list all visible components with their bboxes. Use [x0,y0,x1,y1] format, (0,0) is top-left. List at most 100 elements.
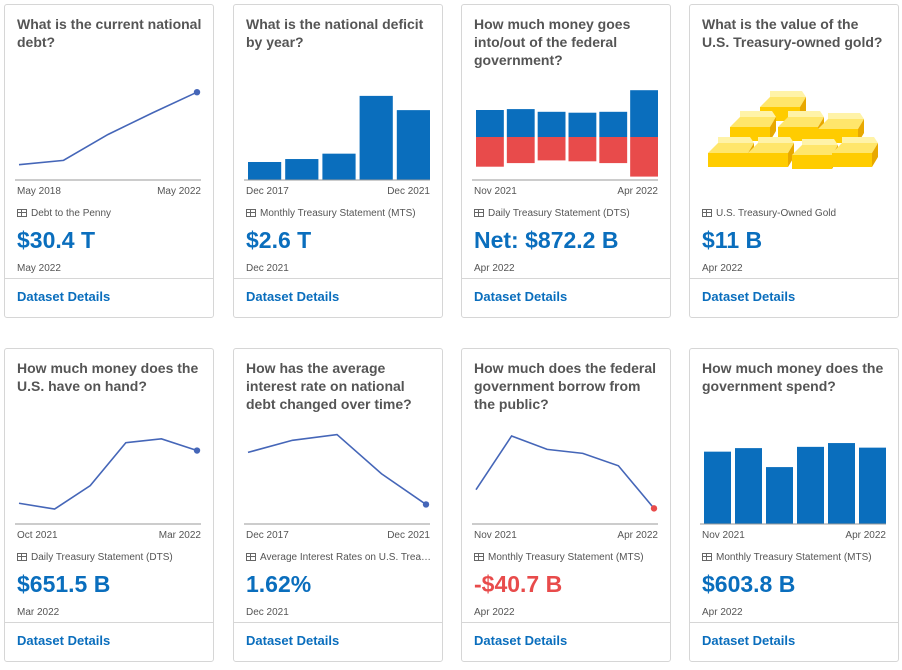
value-date: Apr 2022 [702,607,743,618]
source-text: Monthly Treasury Statement (MTS) [260,208,416,219]
dataset-details-link[interactable]: Dataset Details [17,633,110,648]
axis-start-label: Dec 2017 [246,530,289,541]
insight-card: What is the current national debt? May 20… [4,4,214,318]
table-icon [17,209,27,217]
dataset-details-link[interactable]: Dataset Details [246,289,339,304]
receipts-bar [537,111,566,137]
current-value: Net: $872.2 B [474,227,619,253]
current-value: $2.6 T [246,227,312,253]
series-line [18,91,198,166]
card-footer: Dataset Details [5,278,213,317]
insight-card: What is the value of the U.S. Treasury-o… [689,4,899,318]
axis-end-label: Apr 2022 [617,530,658,541]
gold-bars-image [708,91,878,169]
card-question: How much does the federal government bor… [474,360,657,412]
outlays-bar [599,137,628,164]
current-value: $11 B [702,227,763,253]
value-date: Apr 2022 [474,263,515,274]
card-question: How much money does the U.S. have on han… [17,360,199,394]
last-point [193,447,201,454]
bar [797,446,824,524]
table-icon [702,553,712,561]
source-label: Monthly Treasury Statement (MTS) [702,552,892,563]
dataset-details-link[interactable]: Dataset Details [17,289,110,304]
bar [859,447,886,524]
dataset-details-link[interactable]: Dataset Details [246,633,339,648]
source-text: Daily Treasury Statement (DTS) [31,552,173,563]
source-text: Monthly Treasury Statement (MTS) [488,552,644,563]
bar [828,443,855,524]
current-value: $30.4 T [17,227,95,253]
bar [322,153,356,180]
card-question: How much money goes into/out of the fede… [474,16,631,68]
source-label: Daily Treasury Statement (DTS) [17,552,207,563]
card-footer: Dataset Details [462,278,670,317]
source-label: U.S. Treasury-Owned Gold [702,208,892,219]
last-point [422,501,430,508]
source-label: Daily Treasury Statement (DTS) [474,208,664,219]
receipts-bar [568,112,597,137]
value-date: Mar 2022 [17,607,60,618]
table-icon [474,553,484,561]
value-date: Dec 2021 [246,607,289,618]
outlays-bar [568,137,597,162]
card-question: What is the current national debt? [17,16,202,50]
table-icon [246,209,256,217]
series-line [18,437,198,510]
current-value: $603.8 B [702,571,796,597]
chart-svg [472,90,658,181]
axis-start-label: Nov 2021 [702,530,745,541]
axis-start-label: Dec 2017 [246,186,289,197]
card-footer: Dataset Details [690,278,898,317]
axis-start-label: Oct 2021 [17,530,58,541]
chart-svg [708,91,878,169]
card-question: What is the value of the U.S. Treasury-o… [702,16,883,50]
series-line [247,433,427,506]
insight-card: How much money goes into/out of the fede… [461,4,671,318]
value-date: Apr 2022 [474,607,515,618]
source-text: Average Interest Rates on U.S. Treasury … [260,552,436,563]
card-chart [244,425,434,525]
source-text: Debt to the Penny [31,208,112,219]
card-footer: Dataset Details [462,622,670,661]
dataset-details-link[interactable]: Dataset Details [474,633,567,648]
insight-card: What is the national deficit by year? Dec… [233,4,443,318]
outlays-bar [476,137,504,167]
chart-svg [244,433,430,525]
card-chart [700,425,890,525]
chart-svg [472,434,658,525]
card-chart [472,81,662,181]
current-value: $651.5 B [17,571,111,597]
source-text: Daily Treasury Statement (DTS) [488,208,630,219]
source-label: Debt to the Penny [17,208,207,219]
dataset-details-link[interactable]: Dataset Details [702,289,795,304]
outlays-bar [537,137,566,161]
chart-svg [15,437,201,525]
source-label: Monthly Treasury Statement (MTS) [246,208,436,219]
card-chart [244,81,434,181]
bar [248,161,282,180]
axis-start-label: May 2018 [17,186,61,197]
dataset-details-link[interactable]: Dataset Details [702,633,795,648]
insight-card: How much money does the government spend… [689,348,899,662]
receipts-bar [476,110,504,137]
table-icon [17,553,27,561]
chart-svg [700,443,886,525]
value-date: Dec 2021 [246,263,289,274]
bar [704,451,731,524]
table-icon [474,209,484,217]
current-value: 1.62% [246,571,312,597]
chart-svg [244,95,430,181]
bar [285,159,319,180]
card-question: How much money does the government spend… [702,360,884,394]
card-footer: Dataset Details [234,622,442,661]
bar [766,467,793,524]
axis-end-label: May 2022 [157,186,201,197]
dataset-details-link[interactable]: Dataset Details [474,289,567,304]
source-label: Average Interest Rates on U.S. Treasury … [246,552,436,563]
insight-card: How much money does the U.S. have on han… [4,348,214,662]
value-date: May 2022 [17,263,61,274]
current-value: -$40.7 B [474,571,563,597]
insight-card: How much does the federal government bor… [461,348,671,662]
card-footer: Dataset Details [234,278,442,317]
